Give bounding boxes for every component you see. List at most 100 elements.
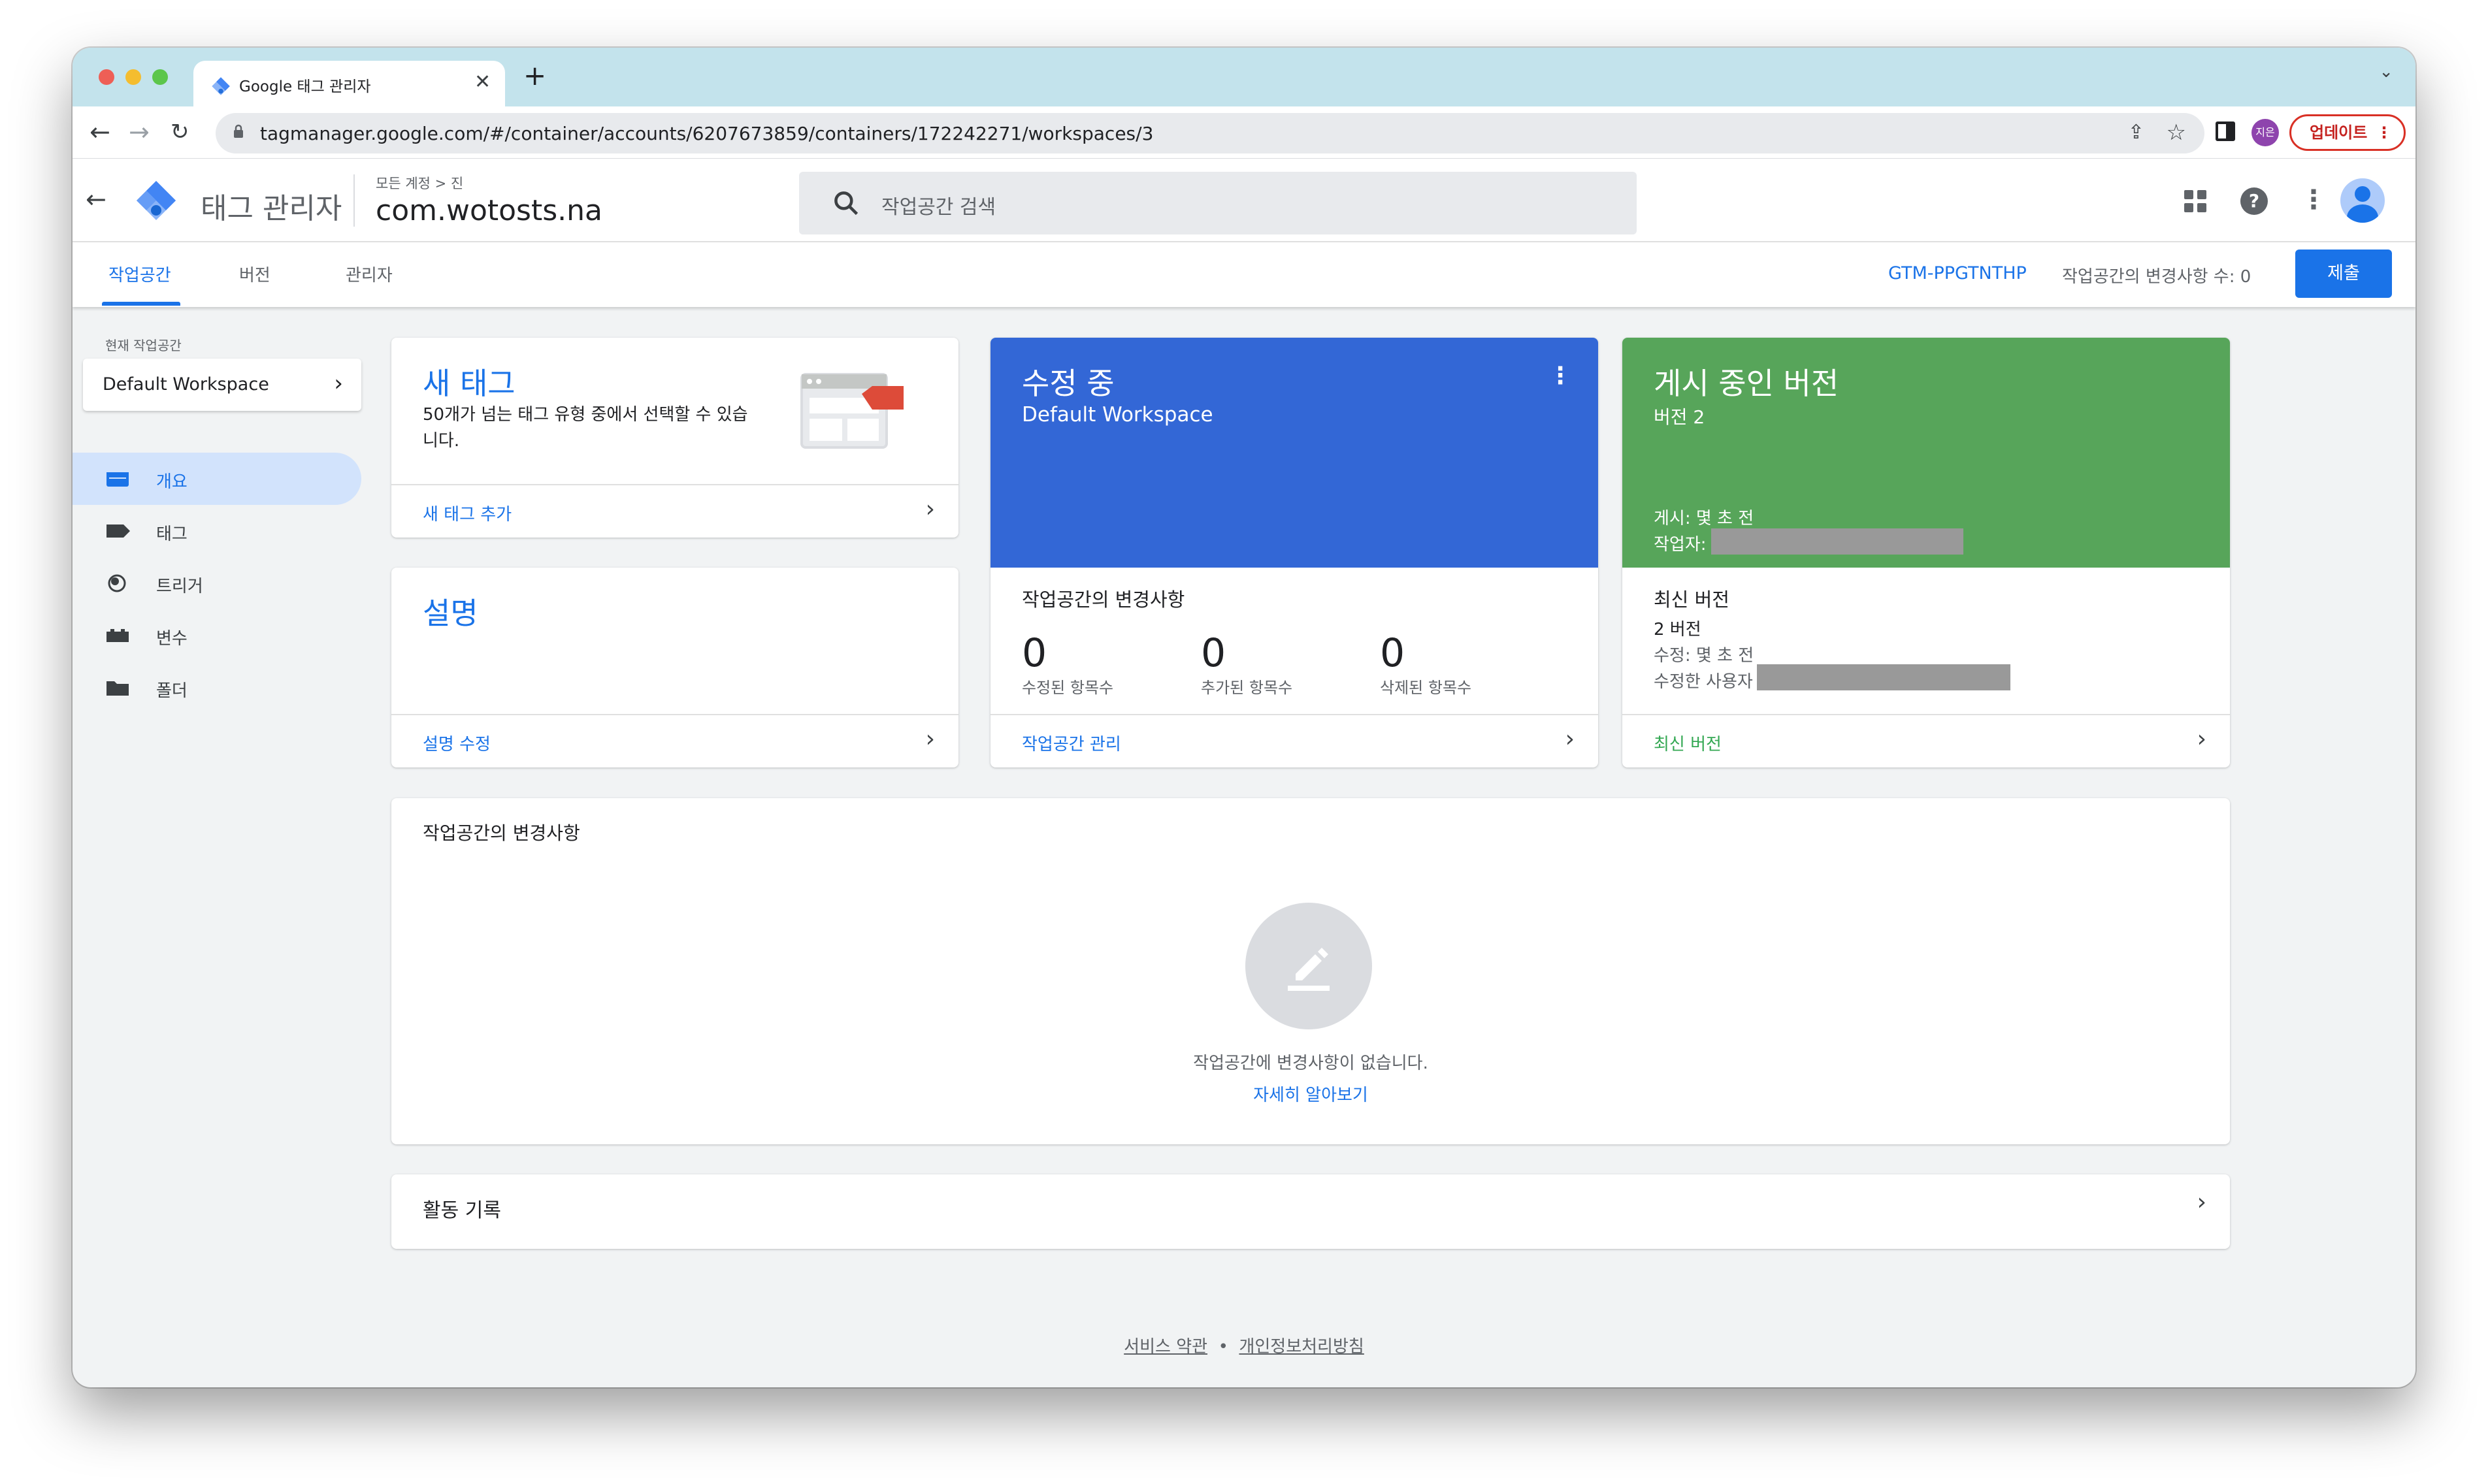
published-time: 게시: 몇 초 전 <box>1654 509 1754 528</box>
tag-icon <box>106 524 130 538</box>
latest-version-number: 2 버전 <box>1654 620 1701 639</box>
editing-workspace-card: 수정 중 Default Workspace ⋮ 작업공간의 변경사항 0 수정… <box>990 338 1598 767</box>
learn-more-label[interactable]: 자세히 알아보기 <box>1253 1086 1368 1105</box>
editing-hero: 수정 중 Default Workspace ⋮ <box>990 338 1598 568</box>
live-footer[interactable]: 최신 버전 › <box>1622 714 2230 767</box>
sidebar-item-tags[interactable]: 태그 <box>73 505 361 557</box>
new-tag-card[interactable]: 새 태그 50개가 넘는 태그 유형 중에서 선택할 수 있습니다. 새 태그 … <box>391 338 958 538</box>
side-panel-icon[interactable] <box>2216 121 2235 141</box>
maximize-window-button[interactable] <box>152 69 168 85</box>
back-icon[interactable]: ← <box>90 118 110 146</box>
description-card: 설명 설명 수정 › <box>391 568 958 767</box>
submit-button[interactable]: 제출 <box>2295 250 2392 298</box>
latest-version-link[interactable]: 최신 버전 <box>1654 731 1722 755</box>
browser-menu-icon: ⋮ <box>2376 123 2392 142</box>
tab-title: Google 태그 관리자 <box>239 78 371 95</box>
latest-version-title: 최신 버전 <box>1654 589 1729 611</box>
editing-footer[interactable]: 작업공간 관리 › <box>990 714 1598 767</box>
privacy-link[interactable]: 개인정보처리방침 <box>1239 1337 1364 1357</box>
share-icon[interactable]: ⇪ <box>2128 121 2144 144</box>
address-bar[interactable]: tagmanager.google.com/#/container/accoun… <box>216 113 2204 153</box>
modified-count: 0 <box>1022 630 1047 676</box>
close-window-button[interactable] <box>99 69 114 85</box>
trigger-icon <box>108 574 126 592</box>
deleted-count: 0 <box>1380 630 1405 676</box>
app-title: 태그 관리자 <box>201 192 342 225</box>
sidebar-item-label: 폴더 <box>156 681 188 701</box>
container-name[interactable]: com.wotosts.na <box>376 194 602 227</box>
sidebar-item-triggers[interactable]: 트리거 <box>73 557 361 609</box>
sidebar-item-folders[interactable]: 폴더 <box>73 662 361 714</box>
chevron-right-icon: › <box>334 370 343 396</box>
changes-panel-title: 작업공간의 변경사항 <box>423 822 580 844</box>
tab-versions[interactable]: 버전 <box>239 262 270 286</box>
sidebar-item-label: 변수 <box>156 629 188 649</box>
update-label: 업데이트 <box>2310 123 2368 142</box>
more-vert-icon[interactable]: ⋮ <box>1548 363 1572 389</box>
url-text: tagmanager.google.com/#/container/accoun… <box>260 123 1154 144</box>
sidebar-item-variables[interactable]: 변수 <box>73 609 361 662</box>
back-arrow-icon[interactable]: ← <box>86 185 106 214</box>
learn-more-link[interactable]: 자세히 알아보기 <box>391 1082 2230 1106</box>
reload-icon[interactable]: ↻ <box>171 118 189 146</box>
workspace-search-input[interactable]: 작업공간 검색 <box>799 172 1637 234</box>
live-hero: 게시 중인 버전 버전 2 게시: 몇 초 전 작업자: <box>1622 338 2230 568</box>
manage-workspaces-link[interactable]: 작업공간 관리 <box>1022 731 1121 755</box>
footer-separator: • <box>1218 1337 1228 1357</box>
workspace-changes-count: 작업공간의 변경사항 수: 0 <box>2062 267 2251 287</box>
workspace-name: Default Workspace <box>103 374 269 395</box>
tab-close-icon[interactable]: ✕ <box>474 71 491 93</box>
new-tag-title[interactable]: 새 태그 <box>423 360 516 403</box>
apps-grid-icon[interactable] <box>2184 190 2206 212</box>
sidebar-item-overview[interactable]: 개요 <box>73 453 361 505</box>
tab-workspace[interactable]: 작업공간 <box>108 262 171 286</box>
gtm-header: ← 태그 관리자 모든 계정 > 진 com.wotosts.na 작업공간 검… <box>73 159 2415 276</box>
add-new-tag-link[interactable]: 새 태그 추가 <box>423 501 512 525</box>
new-tab-button[interactable]: + <box>523 62 546 89</box>
terms-link[interactable]: 서비스 약관 <box>1124 1337 1207 1357</box>
chevron-right-icon: › <box>1565 726 1575 752</box>
published-author: 작업자: <box>1654 535 1707 555</box>
lock-icon <box>234 124 243 138</box>
new-tag-footer[interactable]: 새 태그 추가 › <box>391 484 958 538</box>
active-tab-indicator <box>102 302 180 306</box>
profile-avatar[interactable]: 지은 <box>2251 119 2279 146</box>
chevron-right-icon: › <box>2197 1189 2206 1216</box>
chevron-right-icon: › <box>925 726 935 752</box>
browser-toolbar: ← → ↻ tagmanager.google.com/#/container/… <box>73 106 2415 159</box>
gtm-logo-icon[interactable] <box>135 180 177 221</box>
current-workspace-caption: 현재 작업공간 <box>105 338 182 353</box>
tab-search-icon[interactable]: ⌄ <box>2379 62 2393 82</box>
no-changes-text: 작업공간에 변경사항이 없습니다. <box>1193 1054 1428 1073</box>
latest-modified-by: 수정한 사용자 <box>1654 672 1753 692</box>
activity-history-label: 활동 기록 <box>423 1199 501 1222</box>
latest-modified-time: 수정: 몇 초 전 <box>1654 646 1754 666</box>
update-button[interactable]: 업데이트 ⋮ <box>2289 114 2406 151</box>
header-divider <box>353 174 355 227</box>
empty-state-badge <box>1245 903 1372 1029</box>
minimize-window-button[interactable] <box>125 69 141 85</box>
redacted-block <box>1711 528 1963 555</box>
tab-admin[interactable]: 관리자 <box>346 262 393 286</box>
bookmark-star-icon[interactable]: ☆ <box>2167 120 2186 146</box>
account-avatar[interactable] <box>2340 178 2385 223</box>
deleted-label: 삭제된 항목수 <box>1380 679 1472 697</box>
chevron-right-icon: › <box>2197 726 2206 752</box>
search-icon <box>834 191 859 216</box>
browser-tab[interactable]: Google 태그 관리자 ✕ <box>193 61 505 106</box>
sidebar-item-label: 트리거 <box>156 577 203 596</box>
container-id[interactable]: GTM-PPGTNTHP <box>1888 263 2027 283</box>
description-footer[interactable]: 설명 수정 › <box>391 714 958 767</box>
activity-history-row[interactable]: 활동 기록 › <box>391 1174 2230 1249</box>
breadcrumb[interactable]: 모든 계정 > 진 <box>376 173 463 193</box>
forward-icon[interactable]: → <box>129 118 150 146</box>
workspace-selector[interactable]: Default Workspace › <box>83 359 361 411</box>
folder-icon <box>106 681 129 696</box>
editing-workspace-name: Default Workspace <box>1022 403 1213 427</box>
edit-pencil-icon <box>1288 948 1330 991</box>
more-vert-icon[interactable]: ⋮ <box>2300 185 2327 215</box>
help-icon[interactable]: ? <box>2240 187 2268 215</box>
workspace-changes-panel: 작업공간의 변경사항 작업공간에 변경사항이 없습니다. 자세히 알아보기 <box>391 798 2230 1144</box>
live-version-number: 버전 2 <box>1654 406 1705 428</box>
edit-description-link[interactable]: 설명 수정 <box>423 731 491 755</box>
